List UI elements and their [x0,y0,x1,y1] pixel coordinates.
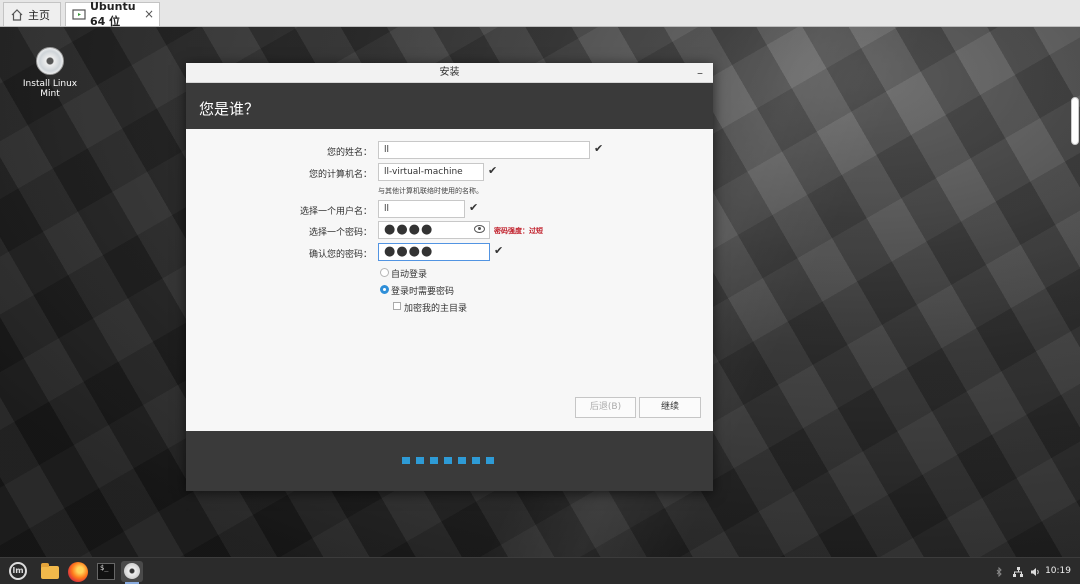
volume-icon[interactable] [1030,566,1040,576]
confirm-check-icon: ✔ [494,244,504,257]
progress-step [444,457,452,464]
window-titlebar: 安装 – [186,63,713,83]
files-launcher[interactable] [39,561,61,582]
scrollbar-thumb[interactable] [1071,97,1079,145]
user-form: 您的姓名： ll ✔ 您的计算机名： ll-virtual-machine ✔ … [186,129,713,431]
bluetooth-icon[interactable] [994,566,1004,578]
encrypt-home-checkbox[interactable] [393,302,401,310]
computer-label: 您的计算机名： [308,170,372,180]
progress-step [486,457,494,464]
password-dots: ●●●● [384,222,434,237]
desktop-icon-label: Install Linux Mint [22,79,78,99]
computer-check-icon: ✔ [488,164,498,177]
disc-icon [124,563,140,579]
vm-icon [72,8,86,22]
disc-icon [36,47,64,75]
firefox-launcher[interactable] [67,561,89,582]
progress-step [472,457,480,464]
progress-step [402,457,410,464]
computer-name-field[interactable]: ll-virtual-machine [378,163,484,181]
folder-icon [41,563,59,579]
desktop: Install Linux Mint 安装 – 您是谁？ 您的姓名： ll ✔ … [0,27,1080,557]
clock[interactable]: 10:19 [1045,558,1071,584]
require-password-label: 登录时需要密码 [391,287,455,297]
progress-footer [186,431,713,491]
taskbar: lm $_ 10:19 [0,557,1080,584]
page-title: 您是谁？ [186,83,713,129]
confirm-label: 确认您的密码： [308,250,372,260]
minimize-icon[interactable]: – [697,63,703,83]
eye-icon[interactable] [474,225,485,233]
password-strength: 密码强度：过短 [494,227,543,235]
close-icon[interactable]: × [144,7,154,21]
progress-step [416,457,424,464]
confirm-password-field[interactable]: ●●●● [378,243,490,261]
computer-hint: 与其他计算机联络时使用的名称。 [378,187,483,195]
password-label: 选择一个密码： [308,228,372,238]
auto-login-radio[interactable] [380,268,389,277]
firefox-icon [68,562,88,582]
progress-indicator [402,457,494,464]
vm-tab-bar: 主页 Ubuntu 64 位 × [0,0,1080,28]
desktop-icon-install[interactable]: Install Linux Mint [14,47,86,99]
tab-home[interactable]: 主页 [3,2,61,26]
name-field[interactable]: ll [378,141,590,159]
menu-button[interactable]: lm [7,561,29,582]
window-title: 安装 [439,67,460,78]
progress-step [458,457,466,464]
username-field[interactable]: ll [378,200,465,218]
installer-window: 安装 – 您是谁？ 您的姓名： ll ✔ 您的计算机名： ll-virtual-… [186,63,713,491]
username-check-icon: ✔ [469,201,479,214]
progress-step [430,457,438,464]
terminal-icon: $_ [97,563,115,580]
username-label: 选择一个用户名： [299,207,372,217]
tab-home-label: 主页 [28,8,50,22]
back-button[interactable]: 后退(B) [575,397,636,418]
name-check-icon: ✔ [594,142,604,155]
home-icon [10,8,24,22]
confirm-dots: ●●●● [384,244,434,259]
name-label: 您的姓名： [326,148,372,158]
mint-logo-icon: lm [9,562,27,580]
terminal-launcher[interactable]: $_ [95,561,117,582]
encrypt-home-label: 加密我的主目录 [404,304,468,314]
auto-login-label: 自动登录 [391,270,428,280]
continue-button[interactable]: 继续 [639,397,701,418]
require-password-radio[interactable] [380,285,389,294]
tab-ubuntu-vm[interactable]: Ubuntu 64 位 × [65,0,160,28]
installer-task-button[interactable] [121,561,143,582]
network-icon[interactable] [1013,566,1023,577]
password-field[interactable]: ●●●● [378,221,490,239]
